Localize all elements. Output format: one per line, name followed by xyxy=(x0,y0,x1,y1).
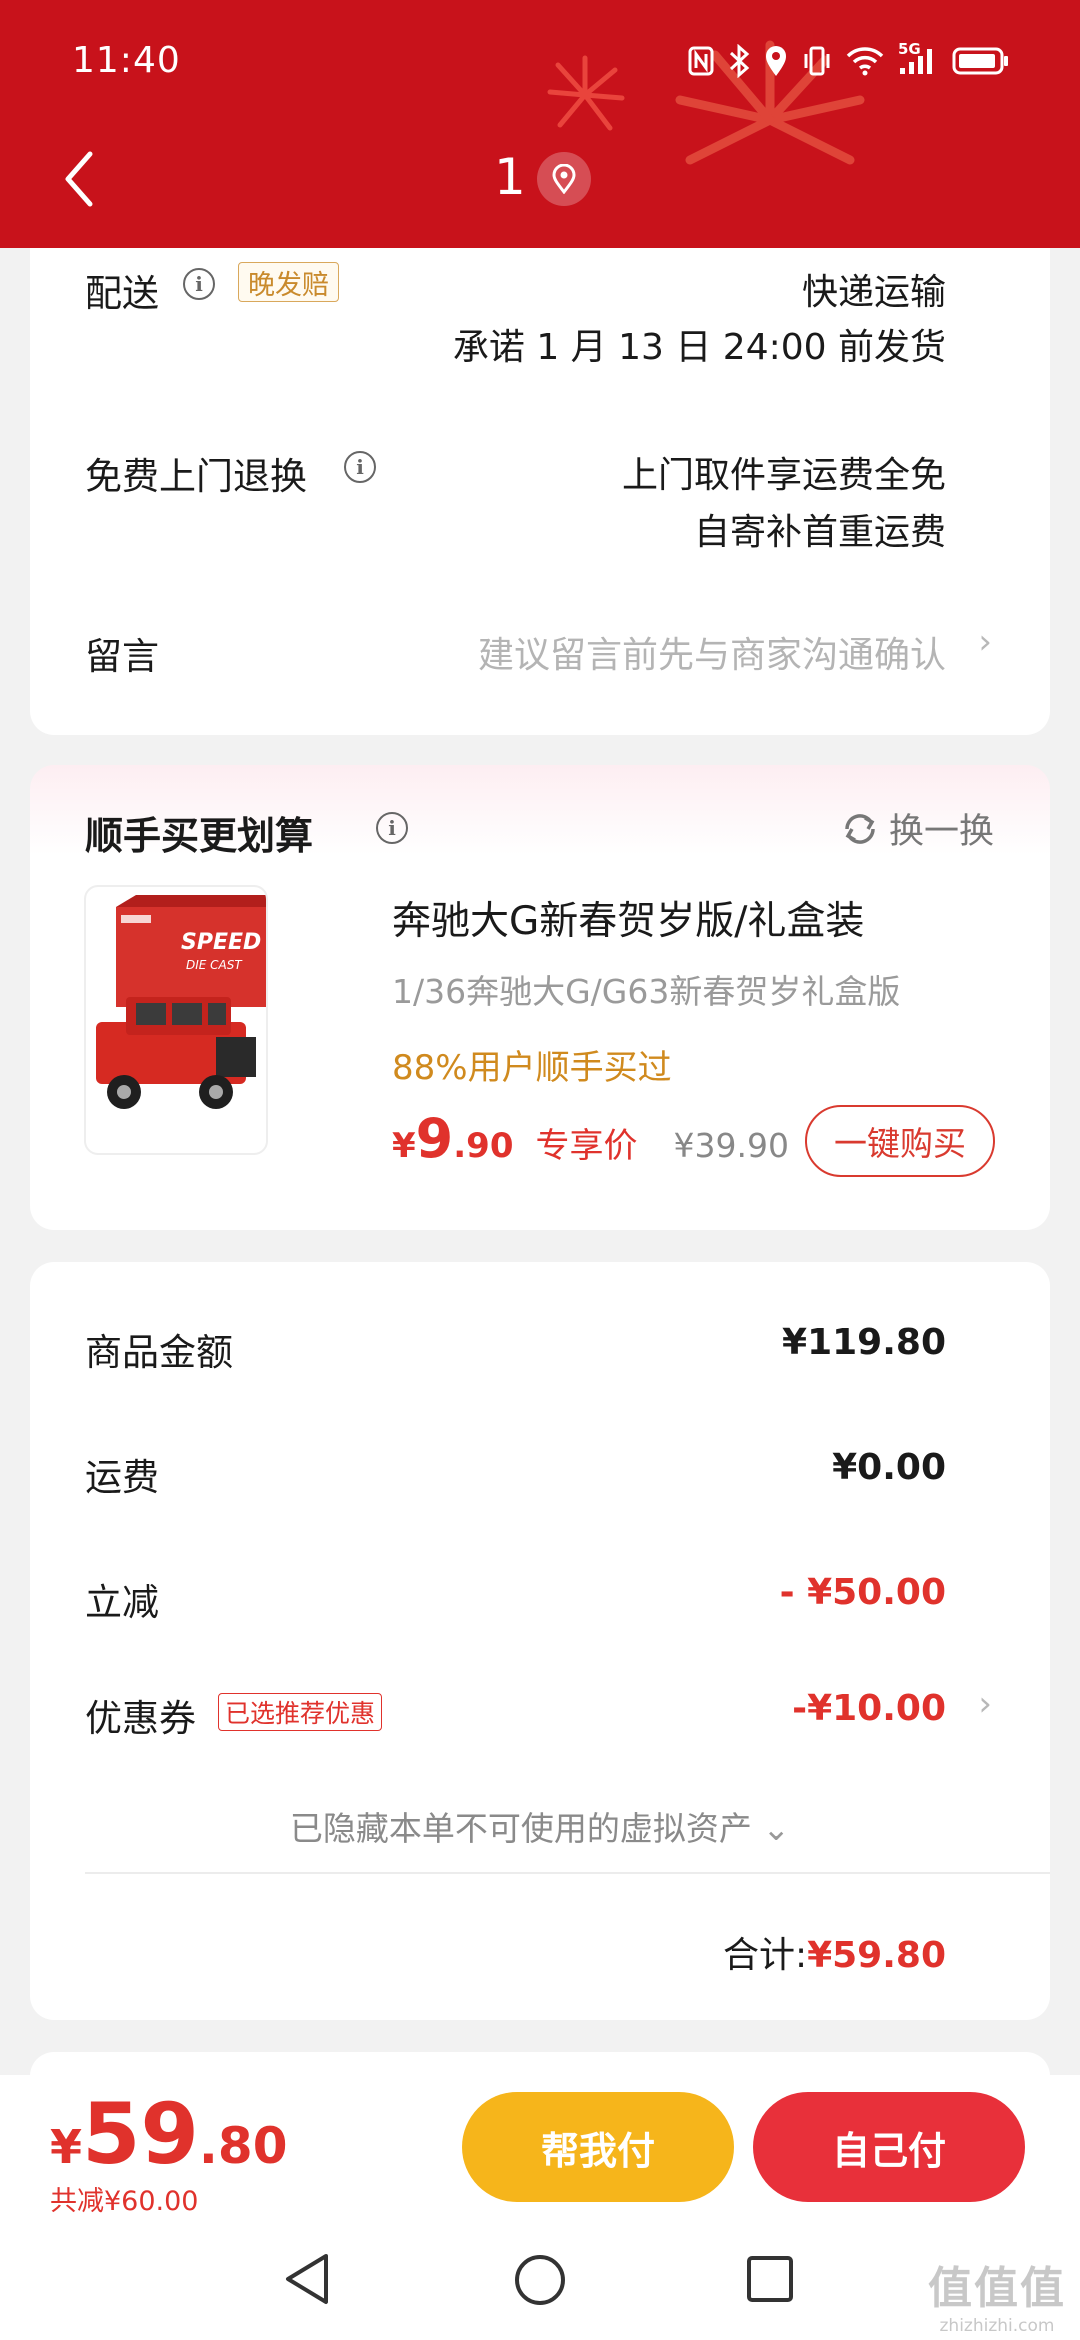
delivery-promise: 承诺 1 月 13 日 24:00 前发货 xyxy=(452,327,946,368)
exclusive-price-label: 专享价 xyxy=(535,1126,638,1166)
signal-icon: 5G xyxy=(898,40,938,76)
product-name[interactable]: 奔驰大G新春贺岁版/礼盒装 xyxy=(392,890,864,946)
pay-symbol: ¥ xyxy=(50,2120,83,2174)
message-placeholder[interactable]: 建议留言前先与商家沟通确认 xyxy=(478,626,946,678)
goods-amount-label: 商品金额 xyxy=(85,1331,233,1374)
status-bar: 11:40 5G xyxy=(0,0,1080,120)
network-type: 5G xyxy=(898,40,921,58)
product-image[interactable]: SPEED DIE CAST xyxy=(84,885,268,1155)
bluetooth-icon xyxy=(728,44,750,78)
discount-label: 立减 xyxy=(85,1581,159,1624)
pay-integer: 59 xyxy=(82,2085,199,2183)
delivery-info-icon[interactable]: i xyxy=(183,268,215,300)
original-price: ¥39.90 xyxy=(673,1126,789,1165)
location-pin-button[interactable] xyxy=(537,152,591,206)
vibrate-icon xyxy=(802,45,832,77)
delivery-method: 快递运输 xyxy=(801,272,946,313)
checkout-bar: ¥ 59 .80 共减¥60.00 帮我付 自己付 xyxy=(0,2075,1080,2217)
chevron-right-icon: › xyxy=(978,622,992,662)
nav-bar: 1 xyxy=(0,130,1080,230)
svg-text:DIE CAST: DIE CAST xyxy=(186,958,243,972)
returns-line2: 自寄补首重运费 xyxy=(693,512,946,553)
swap-button[interactable]: 换一换 xyxy=(841,803,994,854)
shipping-value: ¥0.00 xyxy=(832,1447,946,1488)
delivery-card: 配送 i 晚发赔 快递运输 承诺 1 月 13 日 24:00 前发货 免费上门… xyxy=(30,248,1050,735)
battery-icon xyxy=(952,46,1010,76)
nfc-icon xyxy=(688,46,714,76)
price-integer: 9 xyxy=(415,1107,454,1170)
one-click-buy-button[interactable]: 一键购买 xyxy=(805,1105,995,1177)
status-icons: 5G xyxy=(688,40,1010,82)
back-arrow-icon[interactable] xyxy=(56,144,106,214)
pay-amount: ¥ 59 .80 xyxy=(50,2085,288,2183)
clock: 11:40 xyxy=(72,40,181,81)
hidden-assets-toggle[interactable]: 已隐藏本单不可使用的虚拟资产 ⌄ xyxy=(30,1802,1050,1850)
coupon-recommended-badge: 已选推荐优惠 xyxy=(218,1693,383,1731)
price-symbol: ¥ xyxy=(392,1126,416,1166)
coupon-row[interactable]: 优惠券 已选推荐优惠 -¥10.00 › xyxy=(30,1662,1050,1762)
chevron-down-icon: ⌄ xyxy=(762,1809,791,1848)
message-row[interactable]: 留言 建议留言前先与商家沟通确认 › xyxy=(30,608,1050,688)
late-compensation-badge: 晚发赔 xyxy=(238,262,339,302)
goods-amount-value: ¥119.80 xyxy=(782,1322,946,1363)
hidden-assets-text: 已隐藏本单不可使用的虚拟资产 xyxy=(289,1809,752,1848)
total-saved: 共减¥60.00 xyxy=(50,2186,199,2217)
returns-line1: 上门取件享运费全免 xyxy=(621,455,946,496)
total-row: 合计: ¥59.80 xyxy=(723,1926,946,1978)
help-me-pay-button[interactable]: 帮我付 xyxy=(462,2092,734,2202)
coupon-label: 优惠券 xyxy=(85,1697,196,1740)
nav-recents-icon[interactable] xyxy=(746,2255,794,2303)
refresh-icon xyxy=(845,813,875,844)
nav-back-icon[interactable] xyxy=(282,2252,332,2306)
wifi-icon xyxy=(846,46,884,76)
watermark-logo: 值值值 xyxy=(928,2263,1066,2314)
watermark-text: zhizhizhi.com xyxy=(939,2316,1055,2336)
addon-card: 顺手买更划算 i 换一换 SPEED DIE CAST 奔驰大G新春贺岁版/礼盒… xyxy=(30,765,1050,1230)
nav-title: 1 xyxy=(494,148,526,206)
divider xyxy=(85,1872,1050,1874)
product-bought-rate: 88%用户顺手买过 xyxy=(392,1048,672,1088)
svg-text:SPEED: SPEED xyxy=(181,930,261,955)
message-label: 留言 xyxy=(85,635,159,678)
location-icon xyxy=(764,45,788,77)
addon-info-icon[interactable]: i xyxy=(376,812,408,844)
pay-myself-button[interactable]: 自己付 xyxy=(753,2092,1025,2202)
total-value: ¥59.80 xyxy=(807,1935,946,1976)
price-summary-card: 商品金额 ¥119.80 运费 ¥0.00 立减 - ¥50.00 优惠券 已选… xyxy=(30,1262,1050,2020)
product-price-row: ¥ 9 .90 专享价 ¥39.90 xyxy=(392,1107,789,1170)
chevron-right-icon: › xyxy=(978,1684,992,1724)
pay-decimal: .80 xyxy=(198,2117,288,2175)
delivery-label: 配送 xyxy=(85,272,159,315)
product-spec: 1/36奔驰大G/G63新春贺岁礼盒版 xyxy=(392,972,901,1011)
discount-value: - ¥50.00 xyxy=(779,1572,946,1613)
nav-home-icon[interactable] xyxy=(513,2253,567,2307)
system-nav-bar xyxy=(0,2215,1080,2340)
returns-info-icon[interactable]: i xyxy=(344,451,376,483)
addon-title: 顺手买更划算 xyxy=(85,814,314,858)
shipping-label: 运费 xyxy=(85,1456,159,1499)
total-label: 合计: xyxy=(722,1935,808,1976)
location-pin-icon xyxy=(552,164,576,194)
returns-label: 免费上门退换 xyxy=(85,455,307,498)
coupon-value: -¥10.00 xyxy=(792,1688,946,1729)
price-decimal: .90 xyxy=(453,1126,514,1166)
swap-label: 换一换 xyxy=(888,812,994,852)
header: 11:40 5G 1 xyxy=(0,0,1080,248)
watermark: 值值值 zhizhizhi.com xyxy=(928,2252,1066,2336)
